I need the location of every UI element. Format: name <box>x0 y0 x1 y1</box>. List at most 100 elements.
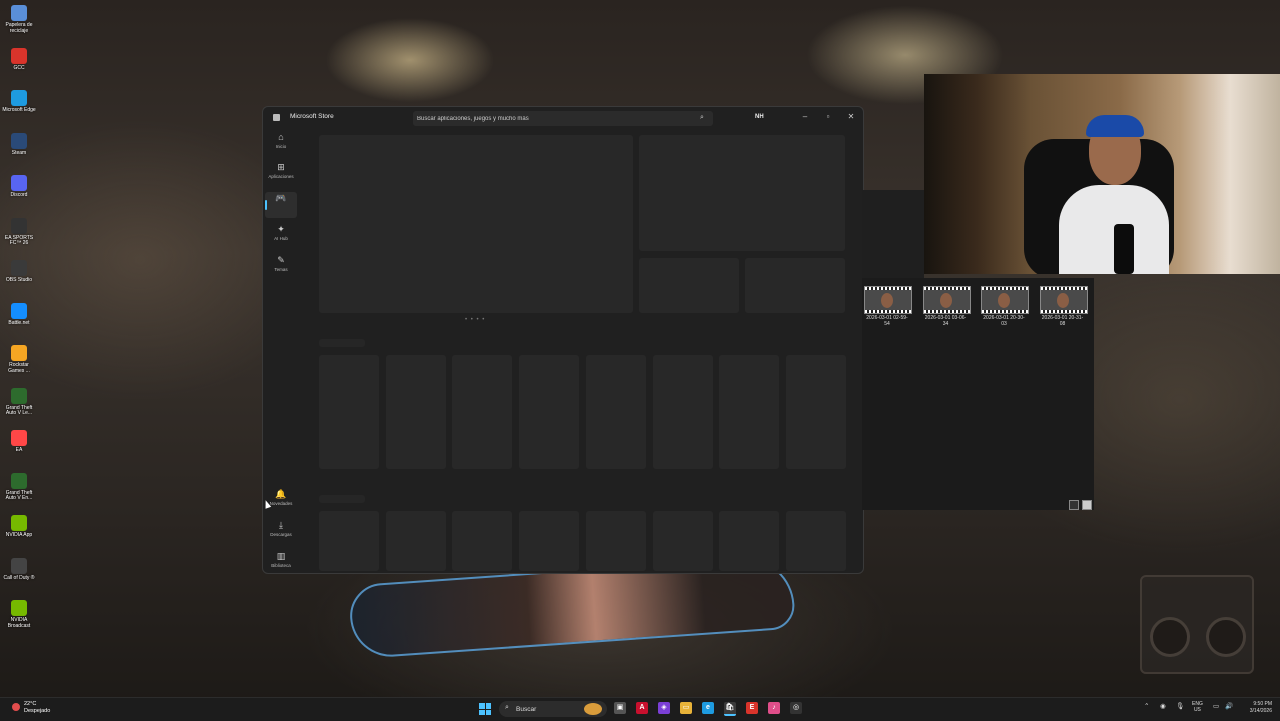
grid-view-button[interactable] <box>1082 500 1092 510</box>
search-icon[interactable]: ⌕ <box>700 114 704 122</box>
nav-item[interactable]: 🎮 <box>265 192 297 218</box>
recording-filename[interactable]: 2026-03-01 20-31-08 <box>1040 315 1086 327</box>
desktop-icon[interactable]: Rockstar Games ... <box>2 342 36 384</box>
list-view-button[interactable] <box>1069 500 1079 510</box>
recording-filename[interactable]: 2026-03-01 02-59-54 <box>864 315 910 327</box>
desktop-icon-label: GCC <box>13 64 25 71</box>
taskbar-search[interactable]: ⌕ <box>499 701 607 717</box>
nav-item-label: Aplicaciones <box>268 174 294 179</box>
acrobat-icon[interactable]: A <box>636 702 648 714</box>
nav-item[interactable]: ▥ Biblioteca <box>265 550 297 573</box>
user-avatar[interactable]: NH <box>755 114 764 120</box>
desktop-icon-label: Microsoft Edge <box>2 107 36 113</box>
recording-filename[interactable]: 2026-03-01 20-30-03 <box>981 315 1027 327</box>
display-icon[interactable]: ▭ <box>1213 702 1219 710</box>
desktop-icon-label: NVIDIA Broadcast <box>7 617 31 629</box>
language-indicator[interactable]: ENG US <box>1192 701 1203 713</box>
clock[interactable]: 9:50 PM 3/14/2026 <box>1238 701 1272 715</box>
app-card-placeholder <box>719 511 780 571</box>
downloads-icon: ⤓ <box>279 520 283 530</box>
mic-icon[interactable]: 🎙 <box>1176 702 1184 710</box>
section-title-placeholder <box>319 339 365 347</box>
desktop-icon[interactable]: EA <box>2 427 36 469</box>
desktop-icon[interactable]: OBS Studio <box>2 257 36 299</box>
task-view-icon[interactable]: ▣ <box>614 702 626 714</box>
desktop-icon[interactable]: Discord <box>2 172 36 214</box>
app-card-placeholder <box>319 511 379 571</box>
minimize-button[interactable]: – <box>797 110 813 124</box>
music-taskbar-icon[interactable]: ♪ <box>768 702 780 714</box>
recording-thumbnail[interactable] <box>922 286 971 314</box>
nav-item-label: AI Hub <box>274 236 288 241</box>
nvidia-icon <box>11 515 27 531</box>
volume-icon[interactable]: 🔊 <box>1225 702 1233 710</box>
desktop-icon[interactable]: Grand Theft Auto V En... <box>2 470 36 512</box>
recording-thumbnail[interactable] <box>864 286 912 314</box>
desktop-icon[interactable]: Grand Theft Auto V Le... <box>2 385 36 427</box>
store-taskbar-icon[interactable]: 🛍 <box>724 702 736 716</box>
desktop-icon[interactable]: NVIDIA Broadcast <box>2 597 36 639</box>
desktop-icon[interactable]: Battle.net <box>2 300 36 342</box>
app-card-placeholder <box>785 511 846 571</box>
nav-item[interactable]: 🔔 Novedades <box>265 488 297 514</box>
recycle-bin-icon <box>11 5 27 21</box>
recording-thumbnail[interactable] <box>1039 286 1088 314</box>
desktop-icon-label: NVIDIA App <box>5 532 33 538</box>
title-bar[interactable]: Microsoft Store ⌕ NH – ▫ ✕ <box>263 107 863 129</box>
apps-icon: ⊞ <box>277 162 285 172</box>
gta-enhanced-icon <box>11 472 27 489</box>
app-card-placeholder <box>519 355 580 469</box>
nav-item[interactable]: ⊞ Aplicaciones <box>265 161 297 187</box>
desktop-icon[interactable]: GCC <box>2 45 36 87</box>
desktop-icon-label: EA SPORTS FC™ 26 <box>4 234 34 246</box>
store-search[interactable]: ⌕ <box>413 111 713 126</box>
app-taskbar-icon[interactable]: E <box>746 702 758 714</box>
discord-icon <box>11 175 27 191</box>
nvidia-broadcast-icon <box>11 600 27 616</box>
nav-item[interactable]: ✎ Temas <box>265 254 297 280</box>
taskbar-search-input[interactable] <box>516 702 578 716</box>
recording-filename[interactable]: 2026-03-01 03-06-34 <box>923 315 969 327</box>
maximize-button[interactable]: ▫ <box>820 110 836 124</box>
store-search-input[interactable] <box>417 111 687 126</box>
close-button[interactable]: ✕ <box>843 110 859 124</box>
cod-icon <box>11 557 27 574</box>
nav-item[interactable]: ✦ AI Hub <box>265 223 297 249</box>
nav-item-label: Descargas <box>270 532 292 537</box>
loading-indicator: • • • • <box>465 317 486 323</box>
desktop-icon[interactable]: NVIDIA App <box>2 512 36 554</box>
desktop-icon[interactable]: Steam <box>2 130 36 172</box>
nav-item[interactable]: ⌂ Inicio <box>265 131 297 157</box>
app-card-placeholder <box>652 511 713 571</box>
ea-fc-icon <box>11 217 27 234</box>
app-card-placeholder <box>452 355 513 469</box>
desktop-icons: Papelera de reciclaje GCC Microsoft Edge St… <box>2 2 36 640</box>
chevron-up-icon[interactable]: ⌃ <box>1144 702 1149 710</box>
app-card-placeholder <box>585 511 646 571</box>
weather-desc: Despejado <box>24 708 51 714</box>
desktop-icon-label: OBS Studio <box>5 277 33 283</box>
gta-icon <box>11 387 27 404</box>
nav-item[interactable]: ⤓ Descargas <box>265 519 297 545</box>
tray-app-icon[interactable]: ◉ <box>1160 702 1166 710</box>
taskbar: 22°CDespejado ⌕ ▣ A ◈ ▭ e 🛍 E ♪ ◎ ⌃ ◉ 🎙 … <box>0 697 1280 721</box>
obs-taskbar-icon[interactable]: ◎ <box>790 702 802 714</box>
nav-item-label: Biblioteca <box>271 563 291 568</box>
battlenet-icon <box>11 302 27 319</box>
desktop-icon[interactable]: Microsoft Edge <box>2 87 36 129</box>
app-card-placeholder <box>585 355 646 469</box>
desktop-icon[interactable]: EA SPORTS FC™ 26 <box>2 215 36 257</box>
copilot-icon[interactable]: ◈ <box>658 702 670 714</box>
rockstar-icon <box>11 345 27 361</box>
app-card-placeholder <box>785 355 846 469</box>
edge-taskbar-icon[interactable]: e <box>702 702 714 714</box>
file-explorer-icon[interactable]: ▭ <box>680 702 692 714</box>
recording-thumbnail[interactable] <box>981 286 1029 314</box>
weather-temp: 22°C <box>24 701 37 707</box>
search-highlight-icon <box>584 703 602 715</box>
app-card-placeholder <box>452 511 513 571</box>
desktop-icon[interactable]: Call of Duty ® <box>2 555 36 597</box>
desktop-icon[interactable]: Papelera de reciclaje <box>2 2 36 44</box>
start-button[interactable] <box>479 703 491 715</box>
desktop-icon-label: Discord <box>10 192 28 198</box>
